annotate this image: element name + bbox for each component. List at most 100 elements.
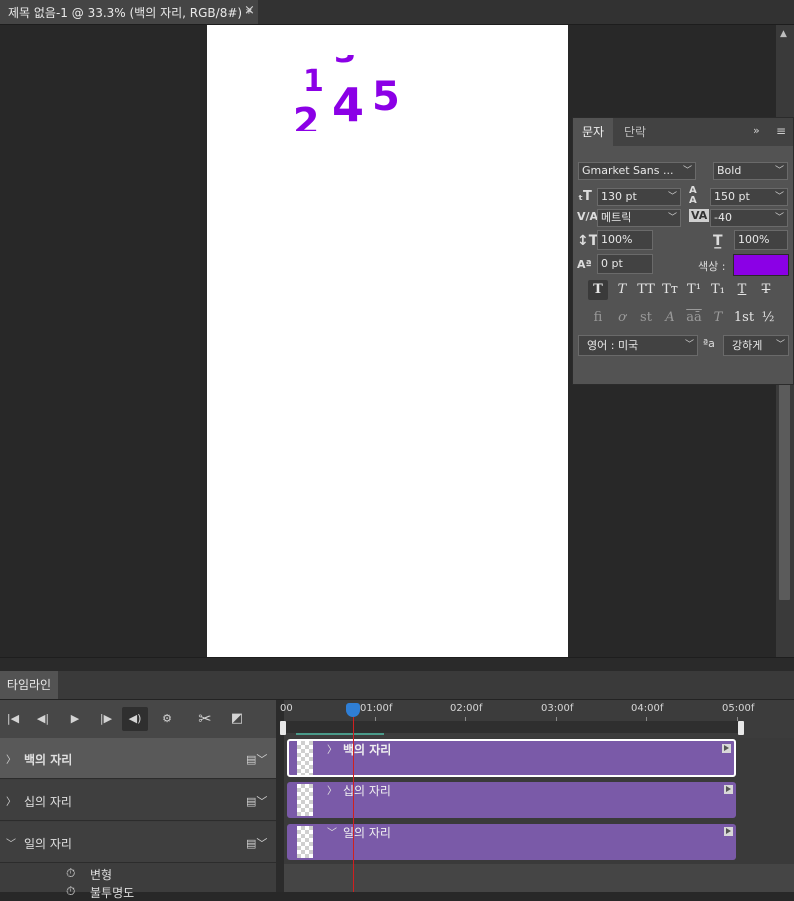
subscript-button[interactable]: T₁ <box>708 280 728 300</box>
clip-name: 십의 자리 <box>343 784 391 798</box>
expand-chevron-icon: 〉 <box>327 745 337 756</box>
clip-end-icon[interactable] <box>722 744 731 753</box>
tracking-select[interactable]: -40 ﹀ <box>710 209 788 227</box>
clip-thumbnail <box>297 741 313 775</box>
faux-bold-button[interactable]: T <box>588 280 608 300</box>
property-transform: 변형 <box>90 868 113 882</box>
clip-name: 백의 자리 <box>343 743 392 757</box>
layer-row-hundreds[interactable]: 〉 백의 자리 ▤﹀ <box>0 738 276 779</box>
clip-end-icon[interactable] <box>724 827 733 836</box>
expand-chevron-icon: 〉 <box>6 755 16 766</box>
tracking-icon: VA <box>689 209 710 222</box>
small-caps-button[interactable]: Tт <box>660 280 680 300</box>
film-icon[interactable]: ▤﹀ <box>246 793 267 809</box>
close-tab-icon[interactable]: × <box>244 3 255 18</box>
color-swatch[interactable] <box>733 254 789 276</box>
ruler-label: 05:00f <box>722 703 755 714</box>
all-caps-button[interactable]: TT <box>636 280 656 300</box>
digit-4: 4 <box>332 78 365 132</box>
transition-icon[interactable]: ◩ <box>224 700 250 738</box>
ordinals-button[interactable]: 1st <box>732 308 756 328</box>
leading-select[interactable]: 150 pt ﹀ <box>710 188 788 206</box>
layer-row-ones[interactable]: ﹀ 일의 자리 ▤﹀ <box>0 822 276 863</box>
expand-chevron-icon: 〉 <box>327 786 337 797</box>
faux-italic-button[interactable]: T <box>612 280 632 300</box>
contextual-alternates-button[interactable]: ơ <box>612 308 632 328</box>
clip-name: 일의 자리 <box>343 826 391 840</box>
ruler-label: 01:00f <box>360 703 393 714</box>
clip-end-icon[interactable] <box>724 785 733 794</box>
vertical-scale-field[interactable]: 100% <box>597 230 653 250</box>
stylistic-alternates-button[interactable]: aā <box>682 308 706 328</box>
play-icon[interactable]: ▶ <box>62 700 88 738</box>
subproperty-track <box>284 864 794 892</box>
first-frame-icon[interactable]: |◀ <box>0 700 26 738</box>
color-label: 색상 : <box>698 260 726 273</box>
film-icon[interactable]: ▤﹀ <box>246 751 267 767</box>
panel-menu-icon[interactable]: ≡ <box>776 124 786 138</box>
baseline-shift-field[interactable]: 0 pt <box>597 254 653 274</box>
clip-ones[interactable]: ﹀ 일의 자리 <box>287 824 736 860</box>
tab-character[interactable]: 문자 <box>573 118 614 146</box>
tab-paragraph[interactable]: 단락 <box>615 118 655 146</box>
chevron-down-icon: ﹀ <box>774 166 784 176</box>
kerning-select[interactable]: 메트릭 ﹀ <box>597 209 681 227</box>
font-family-select[interactable]: Gmarket Sans ... ﹀ <box>578 162 696 180</box>
document-tab-title: 제목 없음-1 @ 33.3% (백의 자리, RGB/8#) * <box>8 6 252 20</box>
prev-frame-icon[interactable]: ◀| <box>30 700 56 738</box>
strikethrough-button[interactable]: T <box>756 280 776 300</box>
collapse-panel-icon[interactable]: » <box>753 124 760 137</box>
antialias-icon: ªa <box>703 337 715 350</box>
chevron-down-icon: ﹀ <box>774 192 784 202</box>
discretionary-ligatures-button[interactable]: st <box>636 308 656 328</box>
superscript-button[interactable]: T¹ <box>684 280 704 300</box>
scroll-up-icon[interactable]: ▲ <box>780 29 787 39</box>
language-select[interactable]: 영어 : 미국 ﹀ <box>578 335 698 356</box>
scrollbar-thumb[interactable] <box>779 355 790 600</box>
ruler-label: 02:00f <box>450 703 483 714</box>
stopwatch-icon[interactable]: ⏱ <box>66 866 75 881</box>
layer-list: 〉 백의 자리 ▤﹀ 〉 십의 자리 ▤﹀ ﹀ 일의 자리 ▤﹀ ⏱ 변형 ⏱ … <box>0 738 276 900</box>
layer-name: 십의 자리 <box>24 795 72 809</box>
clip-thumbnail <box>297 826 313 858</box>
leading-icon: AA <box>689 185 697 206</box>
clip-hundreds[interactable]: 〉 백의 자리 <box>287 739 736 777</box>
expand-chevron-icon: 〉 <box>6 797 16 808</box>
layer-row-tens[interactable]: 〉 십의 자리 ▤﹀ <box>0 780 276 821</box>
chevron-down-icon: ﹀ <box>774 213 784 223</box>
character-panel: 문자 단락 » ≡ Gmarket Sans ... ﹀ Bold ﹀ ₜT 130… <box>572 117 794 385</box>
work-area-start-handle[interactable] <box>280 721 286 735</box>
vertical-scale-icon: ↕T <box>577 233 599 249</box>
horizontal-scale-field[interactable]: 100% <box>734 230 788 250</box>
size-icon: ₜT <box>578 189 592 204</box>
font-style-select[interactable]: Bold ﹀ <box>713 162 788 180</box>
work-area-end-handle[interactable] <box>738 721 744 735</box>
panel-header: 문자 단락 » ≡ <box>573 118 793 146</box>
split-icon[interactable]: ✂ <box>192 700 218 738</box>
antialias-select[interactable]: 강하게 ﹀ <box>723 335 789 356</box>
swash-button[interactable]: A <box>660 308 680 328</box>
ruler-label: 04:00f <box>631 703 664 714</box>
document-canvas[interactable]: 1 2 3 4 5 <box>207 25 568 657</box>
collapse-chevron-icon: ﹀ <box>327 828 337 839</box>
panel-separator <box>0 657 794 672</box>
playhead-handle[interactable] <box>346 703 360 717</box>
font-size-select[interactable]: 130 pt ﹀ <box>597 188 681 206</box>
chevron-down-icon: ﹀ <box>667 192 677 202</box>
film-icon[interactable]: ▤﹀ <box>246 835 267 851</box>
titling-alternates-button[interactable]: T <box>708 308 728 328</box>
chevron-down-icon: ﹀ <box>684 340 694 350</box>
volume-icon[interactable]: ◀) <box>122 707 148 731</box>
clip-tens[interactable]: 〉 십의 자리 <box>287 782 736 818</box>
next-frame-icon[interactable]: |▶ <box>93 700 119 738</box>
tab-timeline[interactable]: 타임라인 <box>0 671 58 699</box>
underline-button[interactable]: T <box>732 280 752 300</box>
digit-3: 3 <box>334 55 356 75</box>
digit-5: 5 <box>372 74 400 120</box>
clip-thumbnail <box>297 784 313 816</box>
layer-name: 백의 자리 <box>24 753 73 767</box>
fractions-button[interactable]: ½ <box>758 308 778 328</box>
document-tab[interactable]: 제목 없음-1 @ 33.3% (백의 자리, RGB/8#) * × <box>0 0 258 24</box>
standard-ligatures-button[interactable]: fi <box>588 308 608 328</box>
settings-icon[interactable]: ⚙ <box>154 700 180 738</box>
